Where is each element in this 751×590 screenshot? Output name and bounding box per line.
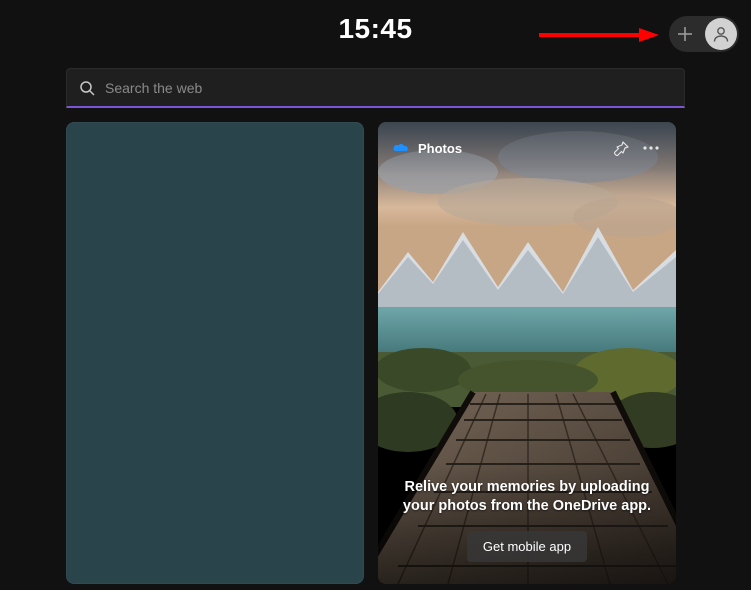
onedrive-icon	[392, 139, 410, 157]
annotation-arrow	[539, 28, 659, 58]
search-input[interactable]	[105, 80, 672, 96]
photos-card-title: Photos	[418, 141, 462, 156]
account-button[interactable]	[705, 18, 737, 50]
more-button[interactable]	[640, 137, 662, 159]
get-mobile-app-button[interactable]: Get mobile app	[467, 531, 587, 562]
photos-widget-card[interactable]: Photos Relive your memories by uploading…	[378, 122, 676, 584]
add-button[interactable]	[671, 18, 699, 50]
plus-icon	[676, 25, 694, 43]
empty-widget-card[interactable]	[66, 122, 364, 584]
account-group	[669, 16, 739, 52]
photos-card-message: Relive your memories by uploading your p…	[394, 478, 660, 517]
pin-icon	[614, 141, 629, 156]
pin-button[interactable]	[610, 137, 632, 159]
search-icon	[79, 80, 95, 96]
person-icon	[711, 24, 731, 44]
clock-time: 15:45	[338, 13, 412, 45]
more-icon	[643, 146, 659, 150]
search-bar[interactable]	[66, 68, 685, 108]
